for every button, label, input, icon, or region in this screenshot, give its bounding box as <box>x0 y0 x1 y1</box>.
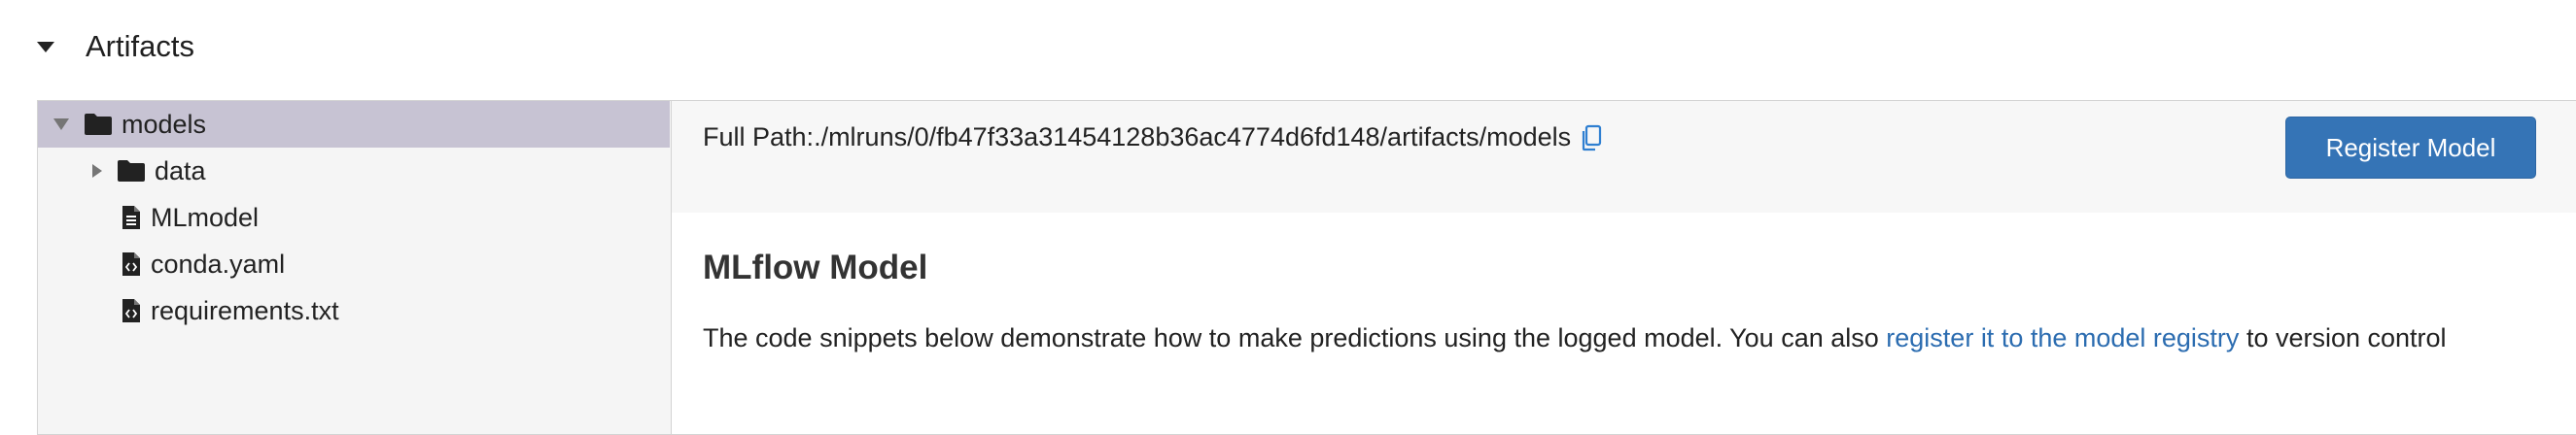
description-text: The code snippets below demonstrate how … <box>703 323 1887 352</box>
expand-toggle-icon[interactable] <box>53 118 69 130</box>
model-description: The code snippets below demonstrate how … <box>703 317 2550 359</box>
code-file-icon <box>122 252 140 276</box>
folder-icon <box>118 160 145 182</box>
artifacts-panel: models data MLmodel conda.yaml requireme… <box>37 100 2576 435</box>
register-model-link[interactable]: register it to the model registry <box>1886 323 2239 352</box>
section-title: Artifacts <box>86 29 194 63</box>
tree-item-label: requirements.txt <box>151 295 339 325</box>
model-heading: MLflow Model <box>703 249 928 286</box>
tree-item-label: MLmodel <box>151 202 260 232</box>
artifacts-section-header[interactable]: Artifacts <box>37 17 194 76</box>
tree-item-mlmodel[interactable]: MLmodel <box>38 194 670 241</box>
artifact-path-bar: Full Path: ./mlruns/0/fb47f33a31454128b36… <box>672 101 2576 213</box>
full-path-value: ./mlruns/0/fb47f33a31454128b36ac4774d6fd… <box>814 122 1572 151</box>
tree-item-label: models <box>122 109 207 139</box>
artifact-viewer: Full Path: ./mlruns/0/fb47f33a31454128b36… <box>672 101 2576 434</box>
file-icon <box>122 206 140 229</box>
tree-item-models[interactable]: models <box>38 101 670 148</box>
full-path: Full Path: ./mlruns/0/fb47f33a31454128b36… <box>703 122 1602 152</box>
tree-item-label: data <box>155 155 206 185</box>
tree-item-label: conda.yaml <box>151 249 286 279</box>
caret-down-icon[interactable] <box>37 41 54 52</box>
folder-icon <box>85 114 112 135</box>
tree-item-requirements-txt[interactable]: requirements.txt <box>38 287 670 334</box>
full-path-label: Full Path: <box>703 122 815 151</box>
artifact-tree: models data MLmodel conda.yaml requireme… <box>38 101 672 434</box>
tree-item-data[interactable]: data <box>38 148 670 194</box>
tree-item-conda-yaml[interactable]: conda.yaml <box>38 241 670 287</box>
register-model-button[interactable]: Register Model <box>2285 117 2536 179</box>
description-text-end: to version control <box>2239 323 2447 352</box>
expand-toggle-icon[interactable] <box>92 164 102 178</box>
code-file-icon <box>122 299 140 322</box>
copy-icon[interactable] <box>1581 124 1602 151</box>
